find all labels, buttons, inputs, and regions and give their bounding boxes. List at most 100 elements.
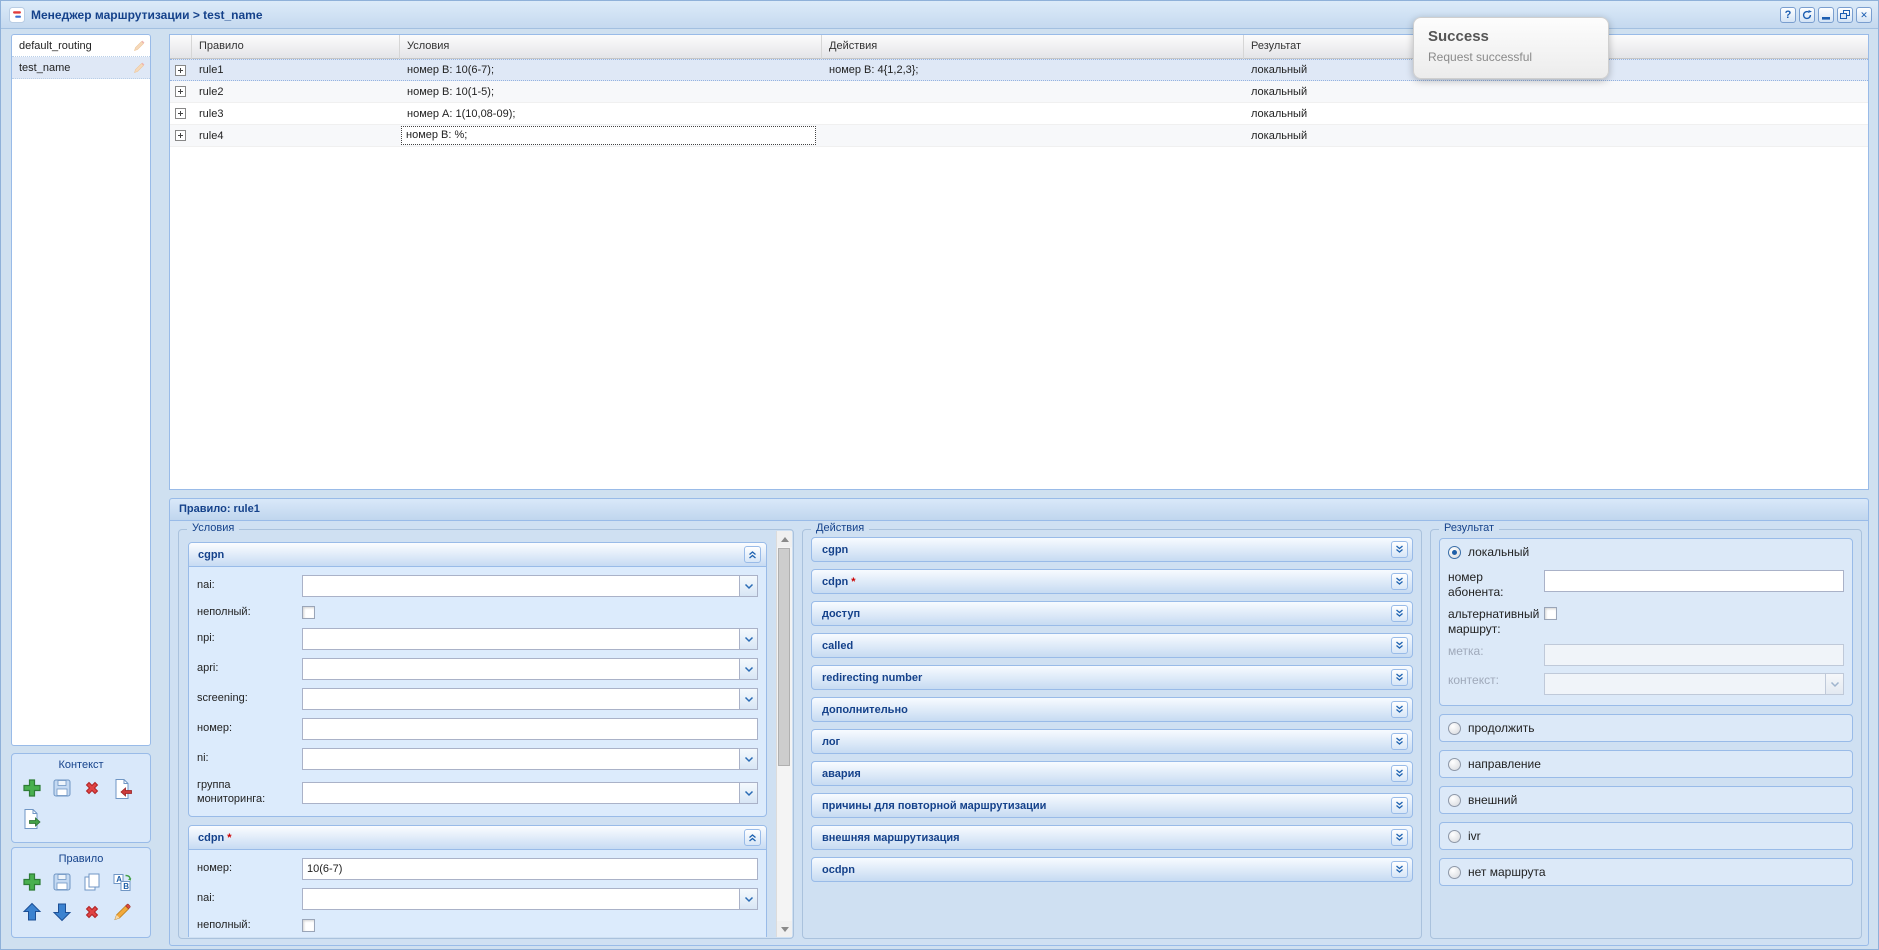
expand-row-icon[interactable] bbox=[175, 64, 186, 76]
export-icon bbox=[24, 809, 41, 829]
action-group-cdpn[interactable]: cdpn * bbox=[811, 569, 1413, 594]
double-chevron-down-icon bbox=[1396, 801, 1403, 809]
expand-row-icon[interactable] bbox=[175, 86, 186, 98]
action-group-cgpn[interactable]: cgpn bbox=[811, 537, 1413, 562]
conditions-legend: Условия bbox=[187, 522, 240, 534]
rename-rule-button[interactable]: AB bbox=[110, 870, 134, 894]
edit-pencil-icon[interactable] bbox=[132, 39, 146, 53]
action-group-external-routing[interactable]: внешняя маршрутизация bbox=[811, 825, 1413, 850]
scrollbar-thumb[interactable] bbox=[778, 548, 790, 766]
subscriber-number-input[interactable] bbox=[1544, 570, 1844, 592]
screening-combo[interactable] bbox=[302, 688, 758, 710]
cdpn-nai-combo[interactable] bbox=[302, 888, 758, 910]
expand-button[interactable] bbox=[1391, 701, 1408, 718]
action-group-ocdpn[interactable]: ocdpn bbox=[811, 857, 1413, 882]
expand-button[interactable] bbox=[1391, 797, 1408, 814]
radio-local[interactable] bbox=[1448, 545, 1461, 559]
result-option-external[interactable]: внешний bbox=[1439, 786, 1853, 814]
combo-trigger-icon bbox=[1825, 674, 1843, 694]
expand-button[interactable] bbox=[1391, 669, 1408, 686]
apri-combo[interactable] bbox=[302, 658, 758, 680]
radio-ivr[interactable] bbox=[1448, 829, 1461, 843]
edit-rule-button[interactable] bbox=[110, 900, 134, 924]
cgpn-group-header[interactable]: cgpn bbox=[189, 543, 766, 567]
cdpn-incomplete-checkbox[interactable] bbox=[302, 919, 315, 932]
ni-combo[interactable] bbox=[302, 748, 758, 770]
action-group-access[interactable]: доступ bbox=[811, 601, 1413, 626]
expand-button[interactable] bbox=[1391, 861, 1408, 878]
action-group-additional[interactable]: дополнительно bbox=[811, 697, 1413, 722]
expand-button[interactable] bbox=[1391, 541, 1408, 558]
combo-trigger-icon bbox=[739, 689, 757, 709]
action-group-redirecting-number[interactable]: redirecting number bbox=[811, 665, 1413, 690]
column-header-actions[interactable]: Действия bbox=[822, 35, 1244, 59]
edit-pencil-icon[interactable] bbox=[132, 61, 146, 75]
delete-context-button[interactable] bbox=[80, 776, 104, 800]
export-context-button[interactable] bbox=[20, 806, 44, 830]
move-rule-up-button[interactable] bbox=[20, 900, 44, 924]
context-item-label: test_name bbox=[19, 61, 71, 74]
action-group-called[interactable]: called bbox=[811, 633, 1413, 658]
cdpn-number-input[interactable] bbox=[302, 858, 758, 880]
save-rule-button[interactable] bbox=[50, 870, 74, 894]
action-group-rerouting-reasons[interactable]: причины для повторной маршрутизации bbox=[811, 793, 1413, 818]
import-context-button[interactable] bbox=[110, 776, 134, 800]
table-row-rule4[interactable]: rule4 номер B: %; локальный bbox=[170, 125, 1868, 147]
radio-direction[interactable] bbox=[1448, 757, 1461, 771]
delete-rule-button[interactable] bbox=[80, 900, 104, 924]
action-group-alarm[interactable]: авария bbox=[811, 761, 1413, 786]
expand-button[interactable] bbox=[1391, 637, 1408, 654]
result-option-continue[interactable]: продолжить bbox=[1439, 714, 1853, 742]
expand-button[interactable] bbox=[1391, 765, 1408, 782]
result-option-direction[interactable]: направление bbox=[1439, 750, 1853, 778]
add-rule-button[interactable] bbox=[20, 870, 44, 894]
help-button[interactable]: ? bbox=[1780, 6, 1796, 23]
radio-external[interactable] bbox=[1448, 793, 1461, 807]
table-row-rule3[interactable]: rule3 номер A: 1(10,08-09); локальный bbox=[170, 103, 1868, 125]
expand-button[interactable] bbox=[1391, 829, 1408, 846]
restore-icon bbox=[1840, 9, 1850, 19]
minimize-button[interactable] bbox=[1818, 6, 1834, 23]
context-item-test-name[interactable]: test_name bbox=[12, 57, 150, 79]
refresh-button[interactable] bbox=[1799, 6, 1815, 23]
expand-button[interactable] bbox=[1391, 573, 1408, 590]
restore-button[interactable] bbox=[1837, 6, 1853, 23]
expand-button[interactable] bbox=[1391, 605, 1408, 622]
move-rule-down-button[interactable] bbox=[50, 900, 74, 924]
red-cross-icon bbox=[85, 781, 99, 795]
refresh-icon bbox=[1802, 9, 1812, 19]
expand-button[interactable] bbox=[1391, 733, 1408, 750]
conditions-scroll-view: cgpn nai: неполный: npi: apri: screening… bbox=[180, 534, 775, 937]
table-row-rule1[interactable]: rule1 номер B: 10(6-7); номер B: 4{1,2,3… bbox=[170, 59, 1868, 81]
help-icon: ? bbox=[1784, 8, 1792, 21]
table-row-rule2[interactable]: rule2 номер B: 10(1-5); локальный bbox=[170, 81, 1868, 103]
column-header-rule[interactable]: Правило bbox=[192, 35, 400, 59]
alt-route-checkbox[interactable] bbox=[1544, 607, 1557, 620]
nai-combo[interactable] bbox=[302, 575, 758, 597]
collapse-button[interactable] bbox=[744, 829, 761, 846]
radio-continue[interactable] bbox=[1448, 721, 1461, 735]
result-option-no-route[interactable]: нет маршрута bbox=[1439, 858, 1853, 886]
column-header-conditions[interactable]: Условия bbox=[400, 35, 822, 59]
action-group-log[interactable]: лог bbox=[811, 729, 1413, 754]
expand-row-icon[interactable] bbox=[175, 130, 186, 142]
close-button[interactable]: ✕ bbox=[1856, 6, 1872, 23]
field-label-apri: apri: bbox=[197, 662, 219, 675]
cdpn-group: cdpn * номер: nai: bbox=[188, 825, 767, 937]
cgpn-number-input[interactable] bbox=[302, 718, 758, 740]
scroll-down-button[interactable] bbox=[777, 921, 792, 937]
copy-rule-button[interactable] bbox=[80, 870, 104, 894]
collapse-button[interactable] bbox=[744, 546, 761, 563]
cdpn-group-header[interactable]: cdpn * bbox=[189, 826, 766, 850]
expand-row-icon[interactable] bbox=[175, 108, 186, 120]
scroll-up-button[interactable] bbox=[777, 531, 792, 547]
add-context-button[interactable] bbox=[20, 776, 44, 800]
result-option-ivr[interactable]: ivr bbox=[1439, 822, 1853, 850]
radio-no-route[interactable] bbox=[1448, 865, 1461, 879]
monitoring-group-combo[interactable] bbox=[302, 782, 758, 804]
context-item-default-routing[interactable]: default_routing bbox=[12, 35, 150, 57]
cell-conditions-editor[interactable]: номер B: %; bbox=[401, 126, 816, 145]
save-context-button[interactable] bbox=[50, 776, 74, 800]
incomplete-checkbox[interactable] bbox=[302, 606, 315, 619]
npi-combo[interactable] bbox=[302, 628, 758, 650]
